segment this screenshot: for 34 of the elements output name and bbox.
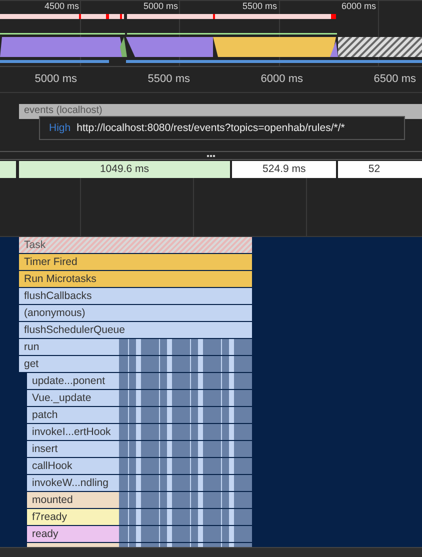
call-frame[interactable]: (anonymous) <box>19 305 252 322</box>
call-frame[interactable]: callHook <box>27 458 119 475</box>
frame-bar[interactable]: 524.9 ms <box>232 161 338 178</box>
call-frame[interactable]: get <box>19 356 119 373</box>
time-tick-label: 6000 ms <box>260 73 303 85</box>
resize-handle[interactable] <box>207 154 215 156</box>
call-frame[interactable]: patch <box>27 407 119 424</box>
time-tick-label: 5500 ms <box>146 73 190 85</box>
call-frame[interactable]: Task <box>19 237 252 254</box>
call-frame[interactable]: f7ready <box>27 509 119 526</box>
frame-bar[interactable] <box>0 161 16 178</box>
time-tick-label: 6500 ms <box>372 73 416 85</box>
frame-bar[interactable]: 1049.6 ms <box>19 161 232 178</box>
call-frame[interactable]: run <box>19 339 119 356</box>
priority-label: High <box>49 121 71 136</box>
time-tick-label: 4500 ms <box>43 1 79 11</box>
time-tick-label: 5000 ms <box>34 73 77 85</box>
call-frame[interactable]: mounted <box>27 492 119 509</box>
call-frame[interactable]: flushSchedulerQueue <box>19 322 252 339</box>
scrollbar[interactable] <box>0 547 422 557</box>
call-frame[interactable]: invokeI...ertHook <box>27 424 119 441</box>
call-frame[interactable]: update...ponent <box>27 373 119 390</box>
call-frame[interactable]: invokeW...ndling <box>27 475 119 492</box>
time-tick-label: 6000 ms <box>340 1 376 11</box>
frame-bar[interactable]: 52 <box>338 161 422 178</box>
call-frame[interactable]: Run Microtasks <box>19 271 252 288</box>
call-frame[interactable]: insert <box>27 441 119 458</box>
call-frame[interactable]: ready <box>27 526 119 543</box>
call-frame[interactable]: flushCallbacks <box>19 288 252 305</box>
request-url: http://localhost:8080/rest/events?topics=openhab/rules/*/* <box>76 121 345 136</box>
call-frame[interactable]: Timer Fired <box>19 254 252 271</box>
time-tick-label: 5000 ms <box>142 1 178 11</box>
time-tick-label: 5500 ms <box>241 1 277 11</box>
call-frame[interactable]: Vue._update <box>27 390 119 407</box>
